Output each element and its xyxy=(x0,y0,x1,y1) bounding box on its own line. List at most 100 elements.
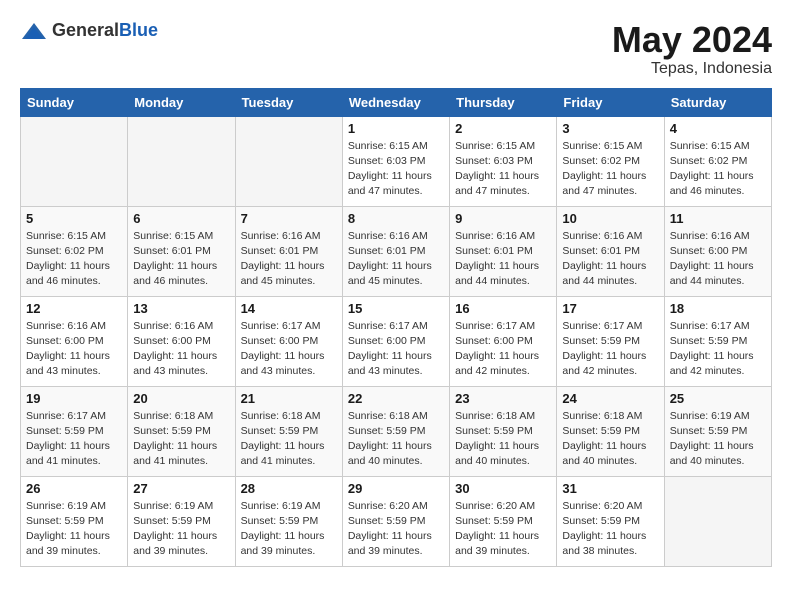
day-number: 27 xyxy=(133,481,229,496)
calendar-cell xyxy=(21,116,128,206)
calendar-cell: 23 Sunrise: 6:18 AMSunset: 5:59 PMDayligh… xyxy=(450,386,557,476)
day-number: 15 xyxy=(348,301,444,316)
day-info: Sunrise: 6:17 AMSunset: 6:00 PMDaylight:… xyxy=(348,319,444,380)
calendar-cell: 4Sunrise: 6:15 AMSunset: 6:02 PMDaylight… xyxy=(664,116,771,206)
day-info: Sunrise: 6:17 AMSunset: 5:59 PMDaylight:… xyxy=(670,319,766,380)
calendar-cell: 19Sunrise: 6:17 AMSunset: 5:59 PMDayligh… xyxy=(21,386,128,476)
day-info: Sunrise: 6:20 AMSunset: 5:59 PMDaylight:… xyxy=(455,499,551,560)
day-number: 20 xyxy=(133,391,229,406)
day-info: Sunrise: 6:18 AMSunset: 5:59 PMDaylight:… xyxy=(455,409,551,470)
day-info: Sunrise: 6:18 AMSunset: 5:59 PMDaylight:… xyxy=(562,409,658,470)
calendar-cell: 13 Sunrise: 6:16 AMSunset: 6:00 PMDayligh… xyxy=(128,296,235,386)
day-number: 26 xyxy=(26,481,122,496)
day-info: Sunrise: 6:16 AMSunset: 6:01 PMDaylight:… xyxy=(562,229,658,290)
calendar-cell: 15 Sunrise: 6:17 AMSunset: 6:00 PMDayligh… xyxy=(342,296,449,386)
day-number: 18 xyxy=(670,301,766,316)
weekday-header-wednesday: Wednesday xyxy=(342,88,449,116)
calendar-cell: 31 Sunrise: 6:20 AMSunset: 5:59 PMDayligh… xyxy=(557,476,664,566)
day-number: 7 xyxy=(241,211,337,226)
calendar-cell: 28 Sunrise: 6:19 AMSunset: 5:59 PMDayligh… xyxy=(235,476,342,566)
week-row-1: 1 Sunrise: 6:15 AMSunset: 6:03 PMDaylight… xyxy=(21,116,772,206)
calendar-cell: 3 Sunrise: 6:15 AMSunset: 6:02 PMDaylight… xyxy=(557,116,664,206)
day-number: 21 xyxy=(241,391,337,406)
week-row-5: 26 Sunrise: 6:19 AMSunset: 5:59 PMDayligh… xyxy=(21,476,772,566)
day-info: Sunrise: 6:16 AMSunset: 6:00 PMDaylight:… xyxy=(133,319,229,380)
day-number: 31 xyxy=(562,481,658,496)
logo: GeneralBlue xyxy=(20,20,158,41)
location: Tepas, Indonesia xyxy=(612,60,772,78)
calendar-cell xyxy=(664,476,771,566)
calendar-cell: 21 Sunrise: 6:18 AMSunset: 5:59 PMDayligh… xyxy=(235,386,342,476)
calendar-cell: 30 Sunrise: 6:20 AMSunset: 5:59 PMDayligh… xyxy=(450,476,557,566)
calendar-cell: 20 Sunrise: 6:18 AMSunset: 5:59 PMDayligh… xyxy=(128,386,235,476)
day-info: Sunrise: 6:19 AMSunset: 5:59 PMDaylight:… xyxy=(241,499,337,560)
day-number: 11 xyxy=(670,211,766,226)
day-info: Sunrise: 6:18 AMSunset: 5:59 PMDaylight:… xyxy=(348,409,444,470)
day-number: 9 xyxy=(455,211,551,226)
calendar-cell: 17 Sunrise: 6:17 AMSunset: 5:59 PMDayligh… xyxy=(557,296,664,386)
day-number: 28 xyxy=(241,481,337,496)
weekday-header-monday: Monday xyxy=(128,88,235,116)
day-number: 23 xyxy=(455,391,551,406)
week-row-2: 5 Sunrise: 6:15 AMSunset: 6:02 PMDaylight… xyxy=(21,206,772,296)
calendar-cell: 2Sunrise: 6:15 AMSunset: 6:03 PMDaylight… xyxy=(450,116,557,206)
calendar-cell: 12 Sunrise: 6:16 AMSunset: 6:00 PMDayligh… xyxy=(21,296,128,386)
day-info: Sunrise: 6:19 AMSunset: 5:59 PMDaylight:… xyxy=(670,409,766,470)
day-info: Sunrise: 6:16 AMSunset: 6:01 PMDaylight:… xyxy=(241,229,337,290)
day-info: Sunrise: 6:15 AMSunset: 6:03 PMDaylight:… xyxy=(348,139,444,200)
calendar-cell: 7 Sunrise: 6:16 AMSunset: 6:01 PMDaylight… xyxy=(235,206,342,296)
calendar-cell xyxy=(128,116,235,206)
calendar-cell: 24 Sunrise: 6:18 AMSunset: 5:59 PMDayligh… xyxy=(557,386,664,476)
day-number: 17 xyxy=(562,301,658,316)
day-info: Sunrise: 6:18 AMSunset: 5:59 PMDaylight:… xyxy=(133,409,229,470)
day-number: 8 xyxy=(348,211,444,226)
day-number: 13 xyxy=(133,301,229,316)
day-number: 5 xyxy=(26,211,122,226)
day-info: Sunrise: 6:16 AMSunset: 6:01 PMDaylight:… xyxy=(455,229,551,290)
calendar-cell: 1 Sunrise: 6:15 AMSunset: 6:03 PMDaylight… xyxy=(342,116,449,206)
calendar-table: SundayMondayTuesdayWednesdayThursdayFrid… xyxy=(20,88,772,567)
day-info: Sunrise: 6:15 AMSunset: 6:02 PMDaylight:… xyxy=(562,139,658,200)
calendar-cell: 18 Sunrise: 6:17 AMSunset: 5:59 PMDayligh… xyxy=(664,296,771,386)
day-info: Sunrise: 6:16 AMSunset: 6:00 PMDaylight:… xyxy=(670,229,766,290)
calendar-cell: 22Sunrise: 6:18 AMSunset: 5:59 PMDayligh… xyxy=(342,386,449,476)
calendar-cell: 25Sunrise: 6:19 AMSunset: 5:59 PMDayligh… xyxy=(664,386,771,476)
day-number: 2 xyxy=(455,121,551,136)
day-number: 3 xyxy=(562,121,658,136)
calendar-cell: 11 Sunrise: 6:16 AMSunset: 6:00 PMDayligh… xyxy=(664,206,771,296)
day-info: Sunrise: 6:20 AMSunset: 5:59 PMDaylight:… xyxy=(348,499,444,560)
week-row-4: 19Sunrise: 6:17 AMSunset: 5:59 PMDayligh… xyxy=(21,386,772,476)
day-number: 30 xyxy=(455,481,551,496)
day-info: Sunrise: 6:16 AMSunset: 6:01 PMDaylight:… xyxy=(348,229,444,290)
logo-icon xyxy=(20,21,48,41)
calendar-cell xyxy=(235,116,342,206)
day-number: 16 xyxy=(455,301,551,316)
calendar-cell: 9 Sunrise: 6:16 AMSunset: 6:01 PMDaylight… xyxy=(450,206,557,296)
weekday-header-tuesday: Tuesday xyxy=(235,88,342,116)
day-info: Sunrise: 6:15 AMSunset: 6:02 PMDaylight:… xyxy=(26,229,122,290)
page-header: GeneralBlue May 2024 Tepas, Indonesia xyxy=(20,20,772,78)
calendar-cell: 6Sunrise: 6:15 AMSunset: 6:01 PMDaylight… xyxy=(128,206,235,296)
day-number: 10 xyxy=(562,211,658,226)
calendar-cell: 16 Sunrise: 6:17 AMSunset: 6:00 PMDayligh… xyxy=(450,296,557,386)
day-info: Sunrise: 6:18 AMSunset: 5:59 PMDaylight:… xyxy=(241,409,337,470)
day-info: Sunrise: 6:20 AMSunset: 5:59 PMDaylight:… xyxy=(562,499,658,560)
calendar-cell: 26Sunrise: 6:19 AMSunset: 5:59 PMDayligh… xyxy=(21,476,128,566)
day-number: 12 xyxy=(26,301,122,316)
weekday-header-thursday: Thursday xyxy=(450,88,557,116)
day-info: Sunrise: 6:17 AMSunset: 6:00 PMDaylight:… xyxy=(455,319,551,380)
calendar-cell: 27 Sunrise: 6:19 AMSunset: 5:59 PMDayligh… xyxy=(128,476,235,566)
logo-general: General xyxy=(52,20,119,40)
day-info: Sunrise: 6:19 AMSunset: 5:59 PMDaylight:… xyxy=(133,499,229,560)
day-info: Sunrise: 6:17 AMSunset: 5:59 PMDaylight:… xyxy=(26,409,122,470)
weekday-header-friday: Friday xyxy=(557,88,664,116)
day-info: Sunrise: 6:15 AMSunset: 6:02 PMDaylight:… xyxy=(670,139,766,200)
weekday-header-saturday: Saturday xyxy=(664,88,771,116)
calendar-cell: 10 Sunrise: 6:16 AMSunset: 6:01 PMDayligh… xyxy=(557,206,664,296)
day-info: Sunrise: 6:17 AMSunset: 5:59 PMDaylight:… xyxy=(562,319,658,380)
day-info: Sunrise: 6:16 AMSunset: 6:00 PMDaylight:… xyxy=(26,319,122,380)
day-number: 24 xyxy=(562,391,658,406)
day-number: 14 xyxy=(241,301,337,316)
calendar-cell: 5 Sunrise: 6:15 AMSunset: 6:02 PMDaylight… xyxy=(21,206,128,296)
day-number: 1 xyxy=(348,121,444,136)
